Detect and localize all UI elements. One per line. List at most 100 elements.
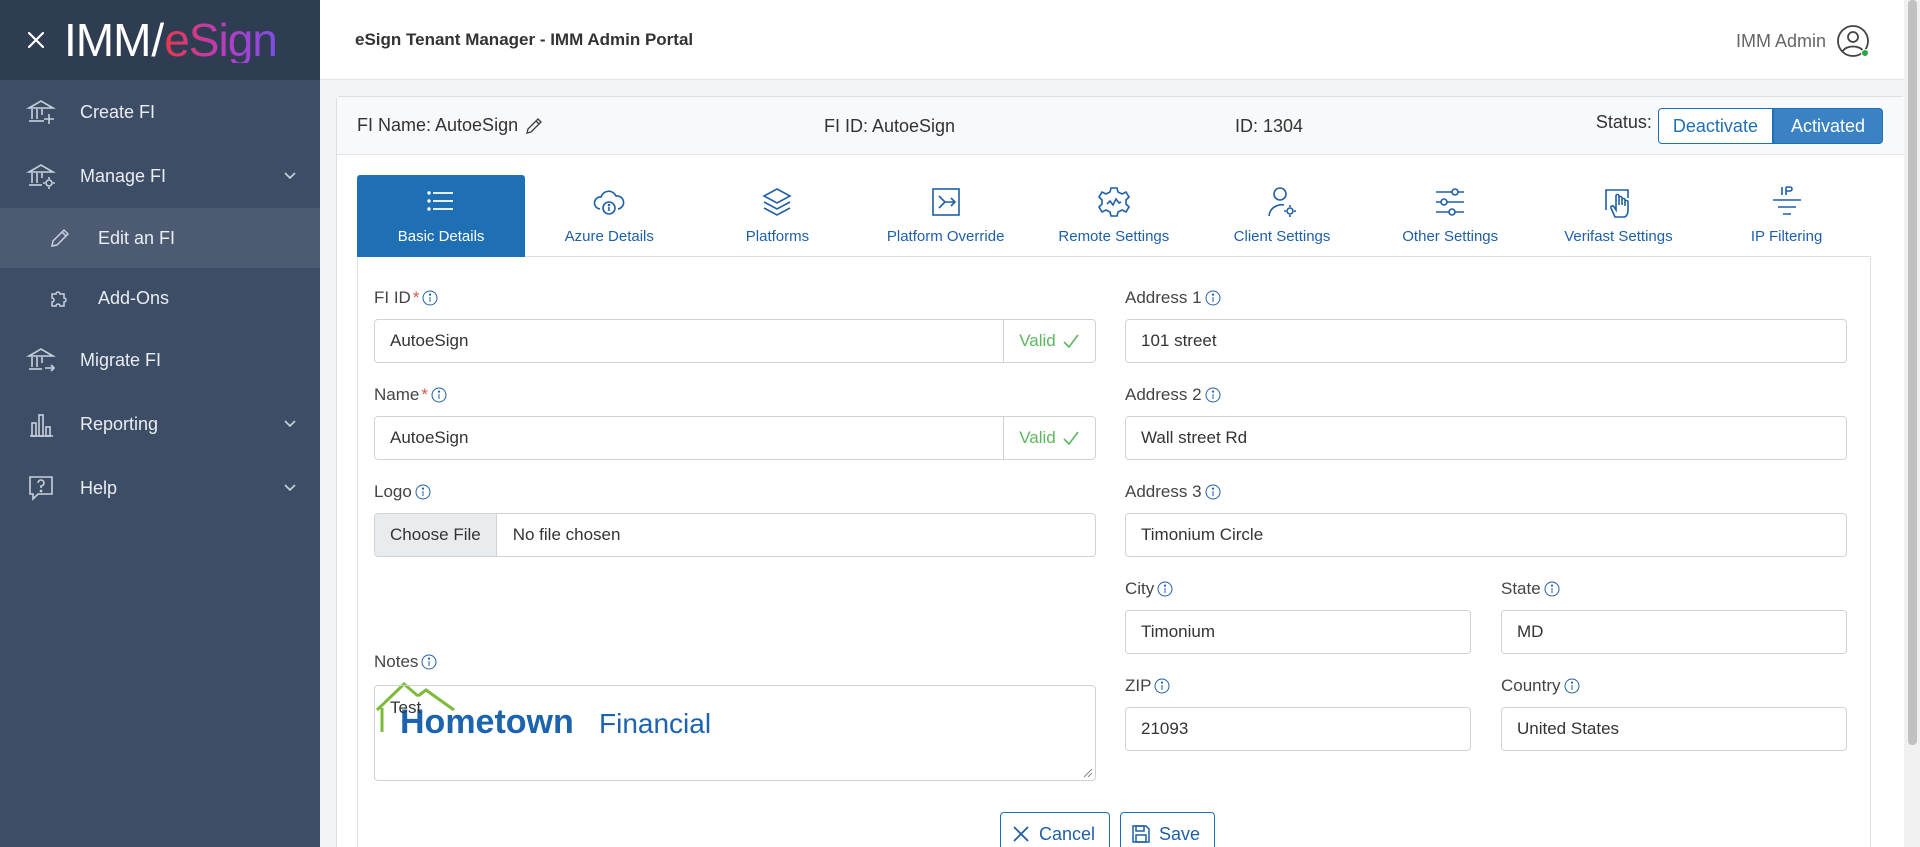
name-input[interactable]: AutoeSign xyxy=(374,416,1004,460)
required-mark: * xyxy=(421,385,428,404)
address2-label: Address 2 xyxy=(1125,385,1221,405)
checkmark-icon xyxy=(1063,334,1079,349)
tab-platform-override[interactable]: Platform Override xyxy=(862,175,1030,257)
sidebar-item-create-fi[interactable]: Create FI xyxy=(0,80,320,144)
city-label: City xyxy=(1125,579,1173,599)
info-icon[interactable] xyxy=(421,654,437,670)
sidebar-item-edit-fi[interactable]: Edit an FI xyxy=(0,208,320,268)
close-icon[interactable] xyxy=(24,28,48,52)
page-scrollbar[interactable] xyxy=(1904,0,1920,847)
tab-client-settings[interactable]: Client Settings xyxy=(1198,175,1366,257)
label-text: City xyxy=(1125,579,1155,598)
tab-label: Platform Override xyxy=(886,228,1005,245)
tab-label: Client Settings xyxy=(1233,228,1331,245)
zip-input[interactable]: 21093 xyxy=(1125,707,1471,751)
save-button[interactable]: Save xyxy=(1120,812,1216,847)
fi-id-display: FI ID: AutoeSign xyxy=(824,116,956,136)
user-menu[interactable]: IMM Admin xyxy=(1736,24,1870,58)
cancel-button[interactable]: Cancel xyxy=(1000,812,1111,847)
fi-id-input[interactable]: AutoeSign xyxy=(374,319,1004,363)
address1-input[interactable]: 101 street xyxy=(1125,319,1847,363)
notes-label: Notes xyxy=(374,652,437,672)
logo-esign: eSign xyxy=(164,14,278,66)
edit-pencil-icon[interactable] xyxy=(524,116,544,136)
sidebar-item-migrate-fi[interactable]: Migrate FI xyxy=(0,328,320,392)
sidebar-item-label: Help xyxy=(80,477,118,498)
info-icon[interactable] xyxy=(1564,678,1580,694)
sidebar-item-label: Reporting xyxy=(80,413,159,434)
status-toggle: Status: Deactivate Activated xyxy=(1596,108,1883,144)
imm-esign-logo: IMM / eSign xyxy=(64,14,278,66)
layers-icon xyxy=(762,188,793,216)
bank-settings-icon xyxy=(26,164,56,189)
info-icon[interactable] xyxy=(431,387,447,403)
label-text: FI ID xyxy=(374,288,411,307)
label-text: ZIP xyxy=(1125,676,1152,695)
page-title: eSign Tenant Manager - IMM Admin Portal xyxy=(355,30,694,49)
client-settings-icon xyxy=(1268,187,1297,217)
ip-filter-icon xyxy=(1772,186,1801,215)
label-text: Logo xyxy=(374,482,412,501)
top-header: eSign Tenant Manager - IMM Admin Portal … xyxy=(320,0,1920,80)
tab-azure-details[interactable]: Azure Details xyxy=(525,175,693,257)
tab-verifast-settings[interactable]: Verifast Settings xyxy=(1534,175,1702,257)
tab-other-settings[interactable]: Other Settings xyxy=(1366,175,1534,257)
choose-file-button[interactable]: Choose File xyxy=(375,514,497,556)
sidebar-item-add-ons[interactable]: Add-Ons xyxy=(0,268,320,328)
info-icon[interactable] xyxy=(422,290,438,306)
address3-input[interactable]: Timonium Circle xyxy=(1125,513,1847,557)
deactivate-button[interactable]: Deactivate xyxy=(1657,108,1773,144)
info-icon[interactable] xyxy=(415,484,431,500)
info-icon[interactable] xyxy=(1205,387,1221,403)
sidebar-item-manage-fi[interactable]: Manage FI xyxy=(0,144,320,208)
bank-migrate-icon xyxy=(26,348,56,372)
label-text: Address 3 xyxy=(1125,482,1202,501)
tab-label: IP Filtering xyxy=(1750,228,1823,245)
avatar xyxy=(1836,24,1870,58)
info-icon[interactable] xyxy=(1205,290,1221,306)
cloud-info-icon xyxy=(593,190,625,215)
sidebar-nav: Create FI Manage FI Edit an FI Add-Ons M… xyxy=(0,80,320,520)
logo-imm: IMM xyxy=(64,14,151,66)
logo-file-input[interactable]: Choose File No file chosen xyxy=(374,513,1096,557)
sidebar-item-reporting[interactable]: Reporting xyxy=(0,392,320,456)
notes-textarea[interactable]: Test xyxy=(374,685,1096,781)
tab-label: Platforms xyxy=(745,228,810,245)
checkmark-icon xyxy=(1063,431,1079,446)
sidebar-item-label: Manage FI xyxy=(80,165,167,186)
info-icon[interactable] xyxy=(1205,484,1221,500)
pencil-icon xyxy=(51,228,70,247)
tab-platforms[interactable]: Platforms xyxy=(693,175,861,257)
settings-tabs: Basic Details Azure Details Platforms Pl… xyxy=(357,175,1871,257)
label-text: Notes xyxy=(374,652,419,671)
valid-text: Valid xyxy=(1019,428,1056,447)
info-icon[interactable] xyxy=(1157,581,1173,597)
logo-label: Logo xyxy=(374,482,431,502)
tab-label: Azure Details xyxy=(564,228,654,245)
valid-badge: Valid xyxy=(1004,319,1096,363)
country-label: Country xyxy=(1501,676,1580,696)
fi-summary-bar: FI Name: AutoeSign FI ID: AutoeSign ID: … xyxy=(337,97,1904,155)
address2-input[interactable]: Wall street Rd xyxy=(1125,416,1847,460)
chevron-down-icon xyxy=(284,172,296,180)
required-mark: * xyxy=(412,288,420,307)
address1-label: Address 1 xyxy=(1125,288,1221,308)
tab-label: Remote Settings xyxy=(1058,228,1170,245)
tab-ip-filtering[interactable]: IP Filtering xyxy=(1703,175,1871,257)
chevron-down-icon xyxy=(284,484,296,492)
scrollbar-thumb[interactable] xyxy=(1908,0,1917,745)
info-icon[interactable] xyxy=(1544,581,1560,597)
fi-id-label: FI ID * xyxy=(374,288,438,308)
state-input[interactable]: MD xyxy=(1501,610,1847,654)
info-icon[interactable] xyxy=(1154,678,1170,694)
tab-remote-settings[interactable]: Remote Settings xyxy=(1030,175,1198,257)
cancel-label: Cancel xyxy=(1039,823,1096,844)
country-input[interactable]: United States xyxy=(1501,707,1847,751)
city-input[interactable]: Timonium xyxy=(1125,610,1471,654)
resize-grip-icon[interactable] xyxy=(1083,768,1093,778)
tab-basic-details[interactable]: Basic Details xyxy=(357,175,526,257)
sidebar-item-help[interactable]: Help xyxy=(0,456,320,520)
activated-button[interactable]: Activated xyxy=(1772,108,1883,144)
fi-id-field: AutoeSign Valid xyxy=(374,319,1096,363)
record-id-display: ID: 1304 xyxy=(1235,116,1304,136)
